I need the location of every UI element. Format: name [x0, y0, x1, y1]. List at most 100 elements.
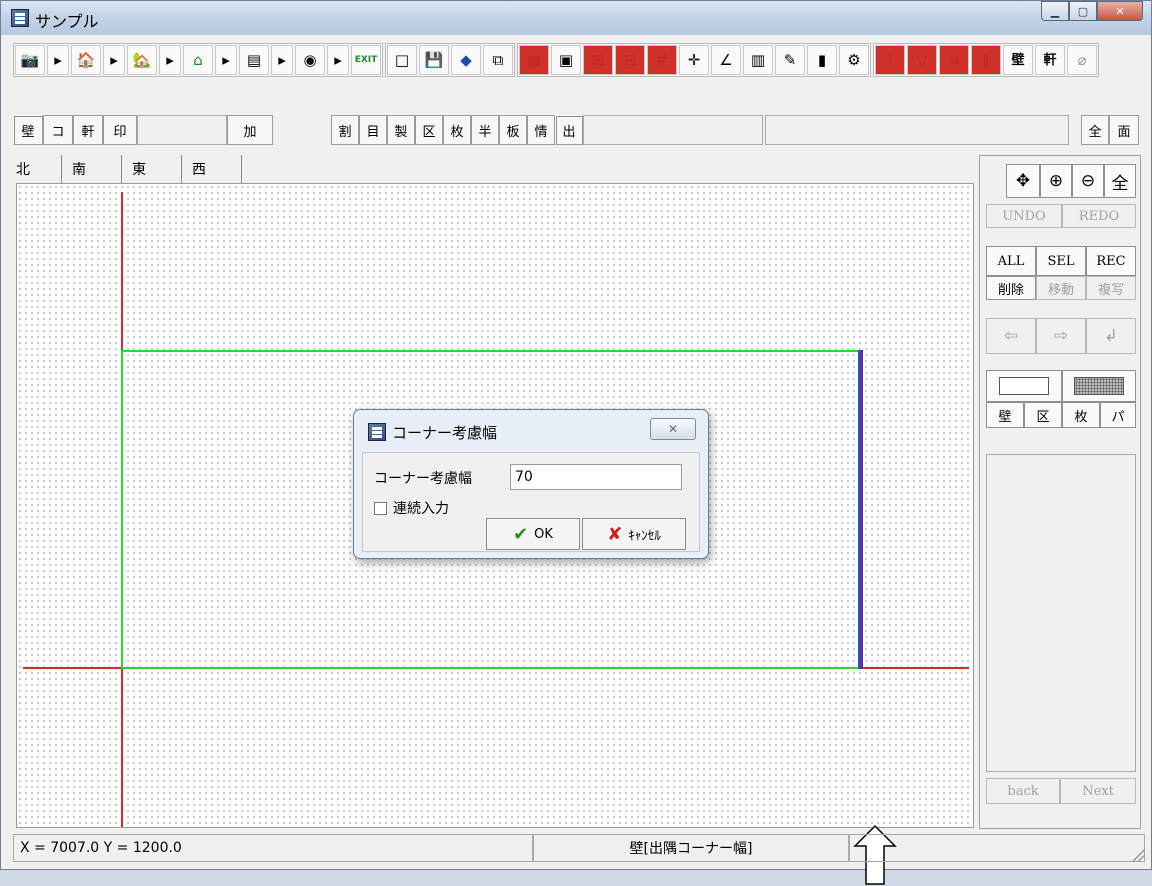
- tab-south[interactable]: 南: [62, 155, 122, 183]
- toolbar-group-layout: ▦ ▣ ⊞ ⊟ # ✛ ∠ ▥ ✎ ▮ ⚙: [517, 43, 871, 77]
- toolbar-wall-button[interactable]: 壁: [13, 115, 43, 145]
- panel-icon[interactable]: ▣: [551, 45, 581, 75]
- exit-icon[interactable]: EXIT: [351, 45, 381, 75]
- checkbox-box[interactable]: [374, 501, 387, 515]
- house-3d-icon[interactable]: ⌂: [183, 45, 213, 75]
- continuous-input-checkbox[interactable]: 連続入力: [374, 498, 449, 518]
- toolbar-sheet-button[interactable]: 枚: [443, 115, 471, 145]
- move-button[interactable]: 移動: [1036, 276, 1086, 300]
- arrow-left-icon[interactable]: ⇦: [986, 318, 1036, 354]
- house-front-icon[interactable]: 🏠: [71, 45, 101, 75]
- item-list[interactable]: [986, 454, 1136, 772]
- fill-pattern-button[interactable]: [1062, 370, 1136, 402]
- cancel-button[interactable]: ✘ ｷｬﾝｾﾙ: [582, 518, 686, 550]
- diamond-icon[interactable]: ◆: [451, 45, 481, 75]
- status-bar: X = 7007.0 Y = 1200.0 壁[出隅コーナー幅]: [7, 834, 1147, 864]
- toolbar-make-button[interactable]: 製: [387, 115, 415, 145]
- resize-grip-icon[interactable]: [1131, 848, 1145, 862]
- mode-section-button[interactable]: 区: [1024, 402, 1062, 428]
- fit-all-button[interactable]: 全: [1104, 164, 1136, 198]
- angle-icon[interactable]: ∠: [711, 45, 741, 75]
- dots-grid-icon[interactable]: ⁞: [875, 45, 905, 75]
- mode-sheet-button[interactable]: 枚: [1062, 402, 1100, 428]
- pan-icon[interactable]: ✥: [1006, 164, 1040, 198]
- document-icon[interactable]: ▤: [239, 45, 269, 75]
- house-side-icon[interactable]: 🏡: [127, 45, 157, 75]
- coordinates-readout: X = 7007.0 Y = 1200.0: [13, 834, 533, 862]
- tab-east[interactable]: 東: [122, 155, 182, 183]
- toolbar-group-views: 📷 ▸ 🏠 ▸ 🏡 ▸ ⌂ ▸ ▤ ▸ ◉ ▸ EXIT: [13, 43, 383, 77]
- arrow-icon: ▸: [215, 45, 237, 75]
- copy-icon[interactable]: ⧉: [483, 45, 513, 75]
- toolbar-out-button[interactable]: 出: [555, 115, 583, 145]
- back-button[interactable]: back: [986, 778, 1060, 804]
- triangle-icon[interactable]: ▽: [907, 45, 937, 75]
- selected-wall-line[interactable]: [858, 350, 863, 669]
- eave-button[interactable]: 軒: [1035, 45, 1065, 75]
- eraser-icon[interactable]: ⌀: [1067, 45, 1097, 75]
- mode-wall-button[interactable]: 壁: [986, 402, 1024, 428]
- next-button[interactable]: Next: [1060, 778, 1136, 804]
- frame-split-icon[interactable]: ⊟: [615, 45, 645, 75]
- maximize-button[interactable]: ▢: [1069, 1, 1097, 21]
- material-icon[interactable]: ◉: [295, 45, 325, 75]
- settings-icon[interactable]: ⚙: [839, 45, 869, 75]
- new-file-icon[interactable]: □: [387, 45, 417, 75]
- close-button[interactable]: ✕: [1097, 1, 1143, 21]
- corner-width-dialog: コーナー考慮幅 ✕ コーナー考慮幅 連続入力 ✔ OK ✘ ｷｬﾝｾﾙ: [353, 409, 709, 559]
- calculator-icon[interactable]: ▥: [743, 45, 773, 75]
- zoom-in-icon[interactable]: ⊕: [1040, 164, 1072, 198]
- toolbar-all-button[interactable]: 全: [1081, 115, 1109, 145]
- tab-north[interactable]: 北: [16, 155, 62, 183]
- toolbar-info-button[interactable]: 情: [527, 115, 555, 145]
- book-icon[interactable]: ▮: [807, 45, 837, 75]
- undo-button[interactable]: UNDO: [986, 204, 1062, 228]
- toolbar-corner-button[interactable]: コ: [43, 115, 73, 145]
- corner-width-input[interactable]: [510, 464, 682, 490]
- toolbar-info-field: [765, 115, 1069, 145]
- tab-west[interactable]: 西: [182, 155, 242, 183]
- right-panel: ✥ ⊕ ⊖ 全 UNDO REDO ALL SEL REC 削除 移動 複写 ⇦…: [979, 155, 1141, 829]
- empty-swatch-icon: [999, 377, 1049, 395]
- select-all-button[interactable]: ALL: [986, 246, 1036, 276]
- arrow-right-icon[interactable]: ⇨: [1036, 318, 1086, 354]
- save-icon[interactable]: 💾: [419, 45, 449, 75]
- toolbar-face-button[interactable]: 面: [1109, 115, 1139, 145]
- toolbar-eave-button[interactable]: 軒: [73, 115, 103, 145]
- zoom-out-icon[interactable]: ⊖: [1072, 164, 1104, 198]
- toolbar-add-button[interactable]: 加: [227, 115, 273, 145]
- pen-icon[interactable]: ✎: [775, 45, 805, 75]
- wall-button[interactable]: 壁: [1003, 45, 1033, 75]
- window-title: サンプル: [35, 12, 99, 31]
- toolbar-section-button[interactable]: 区: [415, 115, 443, 145]
- title-bar: サンプル ▁ ▢ ✕: [1, 1, 1151, 35]
- continuous-input-label: 連続入力: [393, 501, 449, 517]
- select-button[interactable]: SEL: [1036, 246, 1086, 276]
- ok-button[interactable]: ✔ OK: [486, 518, 580, 550]
- grid-layout-icon[interactable]: ▦: [519, 45, 549, 75]
- fill-empty-button[interactable]: [986, 370, 1062, 402]
- copy-button[interactable]: 複写: [1086, 276, 1136, 300]
- frame-icon[interactable]: ⊞: [583, 45, 613, 75]
- hash-grid-icon[interactable]: #: [647, 45, 677, 75]
- icon-toolbar: 📷 ▸ 🏠 ▸ 🏡 ▸ ⌂ ▸ ▤ ▸ ◉ ▸ EXIT □ 💾 ◆ ⧉ ▦ ▣…: [13, 41, 1143, 79]
- toolbar-mark-button[interactable]: 印: [103, 115, 137, 145]
- redo-button[interactable]: REDO: [1062, 204, 1136, 228]
- rect-select-button[interactable]: REC: [1086, 246, 1136, 276]
- delete-button[interactable]: 削除: [986, 276, 1036, 300]
- camera-icon[interactable]: 📷: [15, 45, 45, 75]
- arrow-turn-icon[interactable]: ↲: [1086, 318, 1136, 354]
- toolbar-half-button[interactable]: 半: [471, 115, 499, 145]
- dialog-close-button[interactable]: ✕: [650, 418, 696, 440]
- wall-left-line: [121, 350, 123, 669]
- app-icon[interactable]: [11, 9, 29, 27]
- mode-panel-button[interactable]: パ: [1100, 402, 1136, 428]
- minimize-button[interactable]: ▁: [1041, 1, 1069, 21]
- lines-icon[interactable]: ≡: [939, 45, 969, 75]
- toolbar-board-button[interactable]: 板: [499, 115, 527, 145]
- toolbar-joint-button[interactable]: 目: [359, 115, 387, 145]
- toolbar-split-button[interactable]: 割: [331, 115, 359, 145]
- columns-icon[interactable]: ‖: [971, 45, 1001, 75]
- crosshair-icon[interactable]: ✛: [679, 45, 709, 75]
- dialog-title: コーナー考慮幅: [392, 424, 498, 442]
